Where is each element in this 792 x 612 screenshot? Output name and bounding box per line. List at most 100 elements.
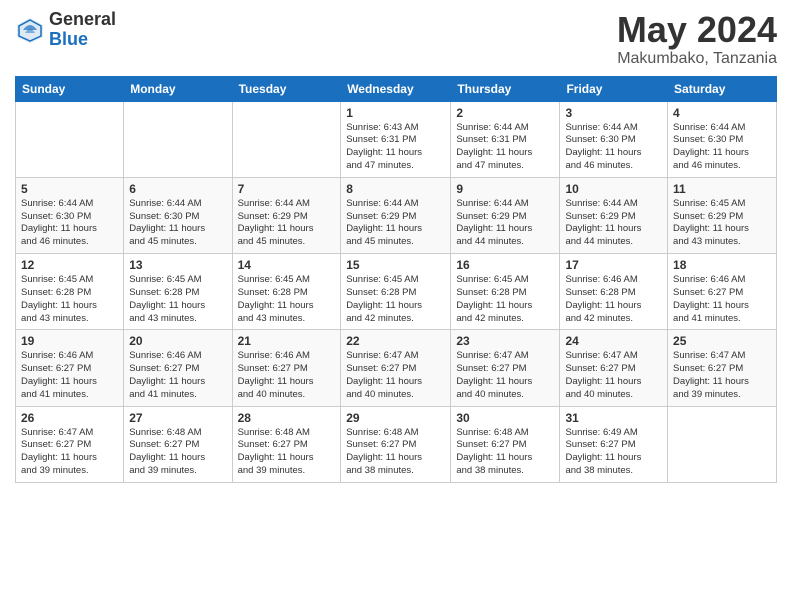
day-info: Sunrise: 6:48 AM Sunset: 6:27 PM Dayligh…	[456, 427, 554, 478]
table-row	[232, 101, 341, 177]
day-number: 3	[565, 106, 662, 120]
day-number: 22	[346, 334, 445, 348]
day-number: 18	[673, 258, 771, 272]
day-info: Sunrise: 6:45 AM Sunset: 6:28 PM Dayligh…	[129, 274, 226, 325]
table-row: 14 Sunrise: 6:45 AM Sunset: 6:28 PM Dayli…	[232, 254, 341, 330]
table-row: 19Sunrise: 6:46 AM Sunset: 6:27 PM Dayli…	[16, 330, 124, 406]
table-row: 23Sunrise: 6:47 AM Sunset: 6:27 PM Dayli…	[451, 330, 560, 406]
header-thursday: Thursday	[451, 76, 560, 101]
day-number: 30	[456, 411, 554, 425]
day-number: 7	[238, 182, 336, 196]
day-number: 11	[673, 182, 771, 196]
table-row: 21 Sunrise: 6:46 AM Sunset: 6:27 PM Dayli…	[232, 330, 341, 406]
logo-icon	[15, 15, 45, 45]
table-row	[668, 406, 777, 482]
day-info: Sunrise: 6:45 AM Sunset: 6:29 PM Dayligh…	[673, 198, 771, 249]
table-row: 25 Sunrise: 6:47 AM Sunset: 6:27 PM Dayli…	[668, 330, 777, 406]
table-row: 2Sunrise: 6:44 AM Sunset: 6:31 PM Daylig…	[451, 101, 560, 177]
table-row: 24Sunrise: 6:47 AM Sunset: 6:27 PM Dayli…	[560, 330, 668, 406]
calendar-week-row: 5 Sunrise: 6:44 AM Sunset: 6:30 PM Daylig…	[16, 177, 777, 253]
table-row: 4 Sunrise: 6:44 AM Sunset: 6:30 PM Daylig…	[668, 101, 777, 177]
table-row: 29Sunrise: 6:48 AM Sunset: 6:27 PM Dayli…	[341, 406, 451, 482]
table-row: 11 Sunrise: 6:45 AM Sunset: 6:29 PM Dayli…	[668, 177, 777, 253]
day-info: Sunrise: 6:46 AM Sunset: 6:28 PM Dayligh…	[565, 274, 662, 325]
table-row: 18 Sunrise: 6:46 AM Sunset: 6:27 PM Dayli…	[668, 254, 777, 330]
calendar-week-row: 1Sunrise: 6:43 AM Sunset: 6:31 PM Daylig…	[16, 101, 777, 177]
day-number: 15	[346, 258, 445, 272]
day-info: Sunrise: 6:47 AM Sunset: 6:27 PM Dayligh…	[346, 350, 445, 401]
logo: General Blue	[15, 10, 116, 50]
day-number: 26	[21, 411, 118, 425]
day-number: 5	[21, 182, 118, 196]
day-number: 12	[21, 258, 118, 272]
day-number: 20	[129, 334, 226, 348]
day-number: 24	[565, 334, 662, 348]
day-info: Sunrise: 6:45 AM Sunset: 6:28 PM Dayligh…	[346, 274, 445, 325]
header-tuesday: Tuesday	[232, 76, 341, 101]
day-info: Sunrise: 6:45 AM Sunset: 6:28 PM Dayligh…	[238, 274, 336, 325]
day-info: Sunrise: 6:44 AM Sunset: 6:30 PM Dayligh…	[21, 198, 118, 249]
table-row: 6 Sunrise: 6:44 AM Sunset: 6:30 PM Daylig…	[124, 177, 232, 253]
day-number: 10	[565, 182, 662, 196]
header-monday: Monday	[124, 76, 232, 101]
day-info: Sunrise: 6:44 AM Sunset: 6:30 PM Dayligh…	[565, 122, 662, 173]
table-row: 9Sunrise: 6:44 AM Sunset: 6:29 PM Daylig…	[451, 177, 560, 253]
day-number: 21	[238, 334, 336, 348]
table-row: 28 Sunrise: 6:48 AM Sunset: 6:27 PM Dayli…	[232, 406, 341, 482]
table-row	[16, 101, 124, 177]
logo-general-text: General	[49, 10, 116, 30]
day-info: Sunrise: 6:49 AM Sunset: 6:27 PM Dayligh…	[565, 427, 662, 478]
calendar-week-row: 19 Sunrise: 6:46 AM Sunset: 6:27 PM Dayli…	[16, 330, 777, 406]
day-number: 27	[129, 411, 226, 425]
day-number: 6	[129, 182, 226, 196]
title-block: May 2024 Makumbako, Tanzania	[617, 10, 777, 68]
logo-text: General Blue	[49, 10, 116, 50]
day-number: 25	[673, 334, 771, 348]
table-row: 3 Sunrise: 6:44 AM Sunset: 6:30 PM Daylig…	[560, 101, 668, 177]
day-info: Sunrise: 6:47 AM Sunset: 6:27 PM Dayligh…	[673, 350, 771, 401]
header-wednesday: Wednesday	[341, 76, 451, 101]
table-row: 27 Sunrise: 6:48 AM Sunset: 6:27 PM Dayli…	[124, 406, 232, 482]
day-info: Sunrise: 6:44 AM Sunset: 6:29 PM Dayligh…	[565, 198, 662, 249]
table-row: 5 Sunrise: 6:44 AM Sunset: 6:30 PM Daylig…	[16, 177, 124, 253]
day-info: Sunrise: 6:44 AM Sunset: 6:29 PM Dayligh…	[346, 198, 445, 249]
day-number: 16	[456, 258, 554, 272]
day-info: Sunrise: 6:46 AM Sunset: 6:27 PM Dayligh…	[129, 350, 226, 401]
table-row: 12Sunrise: 6:45 AM Sunset: 6:28 PM Dayli…	[16, 254, 124, 330]
day-info: Sunrise: 6:44 AM Sunset: 6:30 PM Dayligh…	[673, 122, 771, 173]
table-row: 8 Sunrise: 6:44 AM Sunset: 6:29 PM Daylig…	[341, 177, 451, 253]
header-saturday: Saturday	[668, 76, 777, 101]
calendar-week-row: 12 Sunrise: 6:45 AM Sunset: 6:28 PM Dayli…	[16, 254, 777, 330]
day-number: 28	[238, 411, 336, 425]
day-number: 1	[346, 106, 445, 120]
day-info: Sunrise: 6:44 AM Sunset: 6:31 PM Dayligh…	[456, 122, 554, 173]
table-row: 13 Sunrise: 6:45 AM Sunset: 6:28 PM Dayli…	[124, 254, 232, 330]
day-info: Sunrise: 6:47 AM Sunset: 6:27 PM Dayligh…	[21, 427, 118, 478]
table-row: 15 Sunrise: 6:45 AM Sunset: 6:28 PM Dayli…	[341, 254, 451, 330]
day-number: 4	[673, 106, 771, 120]
table-row: 31Sunrise: 6:49 AM Sunset: 6:27 PM Dayli…	[560, 406, 668, 482]
day-info: Sunrise: 6:48 AM Sunset: 6:27 PM Dayligh…	[129, 427, 226, 478]
table-row: 1Sunrise: 6:43 AM Sunset: 6:31 PM Daylig…	[341, 101, 451, 177]
day-number: 17	[565, 258, 662, 272]
day-number: 14	[238, 258, 336, 272]
day-number: 13	[129, 258, 226, 272]
calendar-week-row: 26 Sunrise: 6:47 AM Sunset: 6:27 PM Dayli…	[16, 406, 777, 482]
day-info: Sunrise: 6:48 AM Sunset: 6:27 PM Dayligh…	[238, 427, 336, 478]
day-number: 8	[346, 182, 445, 196]
table-row	[124, 101, 232, 177]
day-number: 19	[21, 334, 118, 348]
page: General Blue May 2024 Makumbako, Tanzani…	[0, 0, 792, 612]
logo-blue-text: Blue	[49, 30, 116, 50]
day-info: Sunrise: 6:45 AM Sunset: 6:28 PM Dayligh…	[456, 274, 554, 325]
table-row: 20 Sunrise: 6:46 AM Sunset: 6:27 PM Dayli…	[124, 330, 232, 406]
weekday-header-row: Sunday Monday Tuesday Wednesday Thursday…	[16, 76, 777, 101]
day-info: Sunrise: 6:46 AM Sunset: 6:27 PM Dayligh…	[238, 350, 336, 401]
header: General Blue May 2024 Makumbako, Tanzani…	[15, 10, 777, 68]
table-row: 7Sunrise: 6:44 AM Sunset: 6:29 PM Daylig…	[232, 177, 341, 253]
day-info: Sunrise: 6:44 AM Sunset: 6:30 PM Dayligh…	[129, 198, 226, 249]
header-sunday: Sunday	[16, 76, 124, 101]
table-row: 17 Sunrise: 6:46 AM Sunset: 6:28 PM Dayli…	[560, 254, 668, 330]
title-location: Makumbako, Tanzania	[617, 50, 777, 68]
day-info: Sunrise: 6:46 AM Sunset: 6:27 PM Dayligh…	[673, 274, 771, 325]
